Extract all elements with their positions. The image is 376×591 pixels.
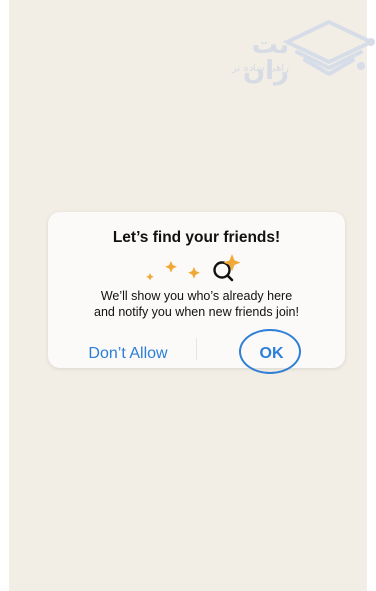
- sparkle-icon: [146, 273, 154, 281]
- watermark-logo-icon: [285, 20, 375, 76]
- dialog-message-line1: We’ll show you who’s already here: [100, 289, 293, 303]
- magnifier-sparkle-icon: [213, 254, 241, 282]
- find-friends-illustration: [146, 254, 241, 282]
- dialog-message: We’ll show you who’s already here and no…: [48, 288, 345, 320]
- permission-dialog: Let’s find your friends! We’ll show you …: [48, 212, 345, 368]
- watermark-subtitle: راهی ساده تر: [232, 63, 289, 74]
- ok-highlight-ring: [239, 329, 301, 374]
- dont-allow-button[interactable]: Don’t Allow: [60, 340, 196, 368]
- sparkle-icon: [165, 261, 177, 273]
- dialog-title: Let’s find your friends!: [112, 229, 281, 246]
- button-divider: [196, 338, 197, 360]
- watermark-title: نت ران: [242, 30, 289, 86]
- dialog-message-line2: and notify you when new friends join!: [94, 305, 299, 319]
- sparkle-icon: [188, 267, 200, 279]
- watermark: نت ران راهی ساده تر: [199, 16, 376, 86]
